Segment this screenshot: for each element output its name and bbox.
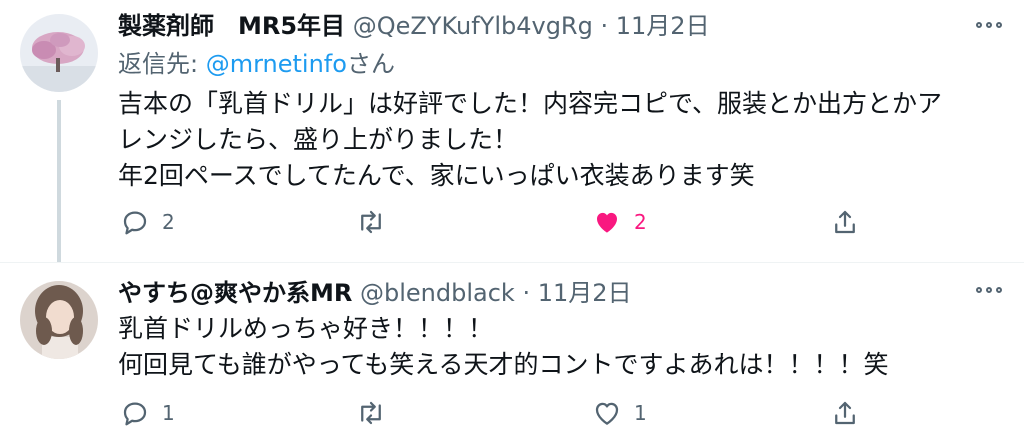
avatar[interactable] [20, 14, 98, 92]
share-button[interactable] [830, 393, 860, 433]
tweet[interactable]: やすち@爽やか系MR @blendblack · 11月2日 乳首ドリルめっちゃ… [0, 263, 1024, 438]
tweet-text: 乳首ドリルめっちゃ好き！！！！ 何回見ても誰がやっても笑える天才的コントですよあ… [118, 314, 889, 379]
tweet-header: 製薬剤師 MR5年目 @QeZYKufYlb4vgRg · 11月2日 [118, 8, 964, 44]
tweet[interactable]: 製薬剤師 MR5年目 @QeZYKufYlb4vgRg · 11月2日 返信先:… [0, 0, 1024, 263]
tweet-header: やすち@爽やか系MR @blendblack · 11月2日 [118, 275, 964, 311]
like-count: 1 [634, 401, 647, 425]
display-name[interactable]: やすち@爽やか系MR [118, 279, 352, 307]
tweet-actions: 2 2 [118, 202, 1024, 242]
reply-mention-link[interactable]: @mrnetinfo [206, 50, 347, 78]
retweet-icon [361, 210, 381, 234]
reply-count: 2 [162, 210, 175, 234]
share-button[interactable] [830, 202, 860, 242]
reply-to: 返信先: @mrnetinfoさん [118, 44, 964, 84]
retweet-icon [361, 401, 381, 425]
reply-icon [123, 211, 147, 235]
retweet-button[interactable] [356, 393, 398, 433]
more-icon[interactable] [976, 285, 1006, 295]
timestamp[interactable]: 11月2日 [616, 12, 710, 40]
more-icon[interactable] [976, 20, 1006, 30]
reply-to-prefix: 返信先: [118, 50, 206, 78]
reply-icon [123, 402, 147, 426]
reply-button[interactable]: 1 [120, 393, 175, 433]
separator: · [522, 279, 531, 307]
tweet-actions: 1 1 [118, 393, 1024, 433]
handle[interactable]: @blendblack [360, 279, 515, 307]
timestamp[interactable]: 11月2日 [538, 279, 632, 307]
reply-to-suffix: さん [346, 50, 395, 78]
avatar[interactable] [20, 281, 98, 359]
like-button[interactable]: 1 [592, 393, 647, 433]
like-icon [597, 212, 617, 233]
share-icon [835, 401, 855, 425]
retweet-button[interactable] [356, 202, 398, 242]
reply-count: 1 [162, 401, 175, 425]
like-button[interactable]: 2 [592, 202, 647, 242]
share-icon [835, 210, 855, 234]
display-name[interactable]: 製薬剤師 MR5年目 [118, 12, 345, 40]
tweet-text: 吉本の「乳首ドリル」は好評でした！内容完コピで、服装とか出方とかアレンジしたら、… [118, 89, 943, 190]
separator: · [600, 12, 609, 40]
thread-line [57, 100, 61, 262]
like-icon [595, 402, 619, 425]
like-count: 2 [634, 210, 647, 234]
reply-button[interactable]: 2 [120, 202, 175, 242]
handle[interactable]: @QeZYKufYlb4vgRg [353, 12, 593, 40]
